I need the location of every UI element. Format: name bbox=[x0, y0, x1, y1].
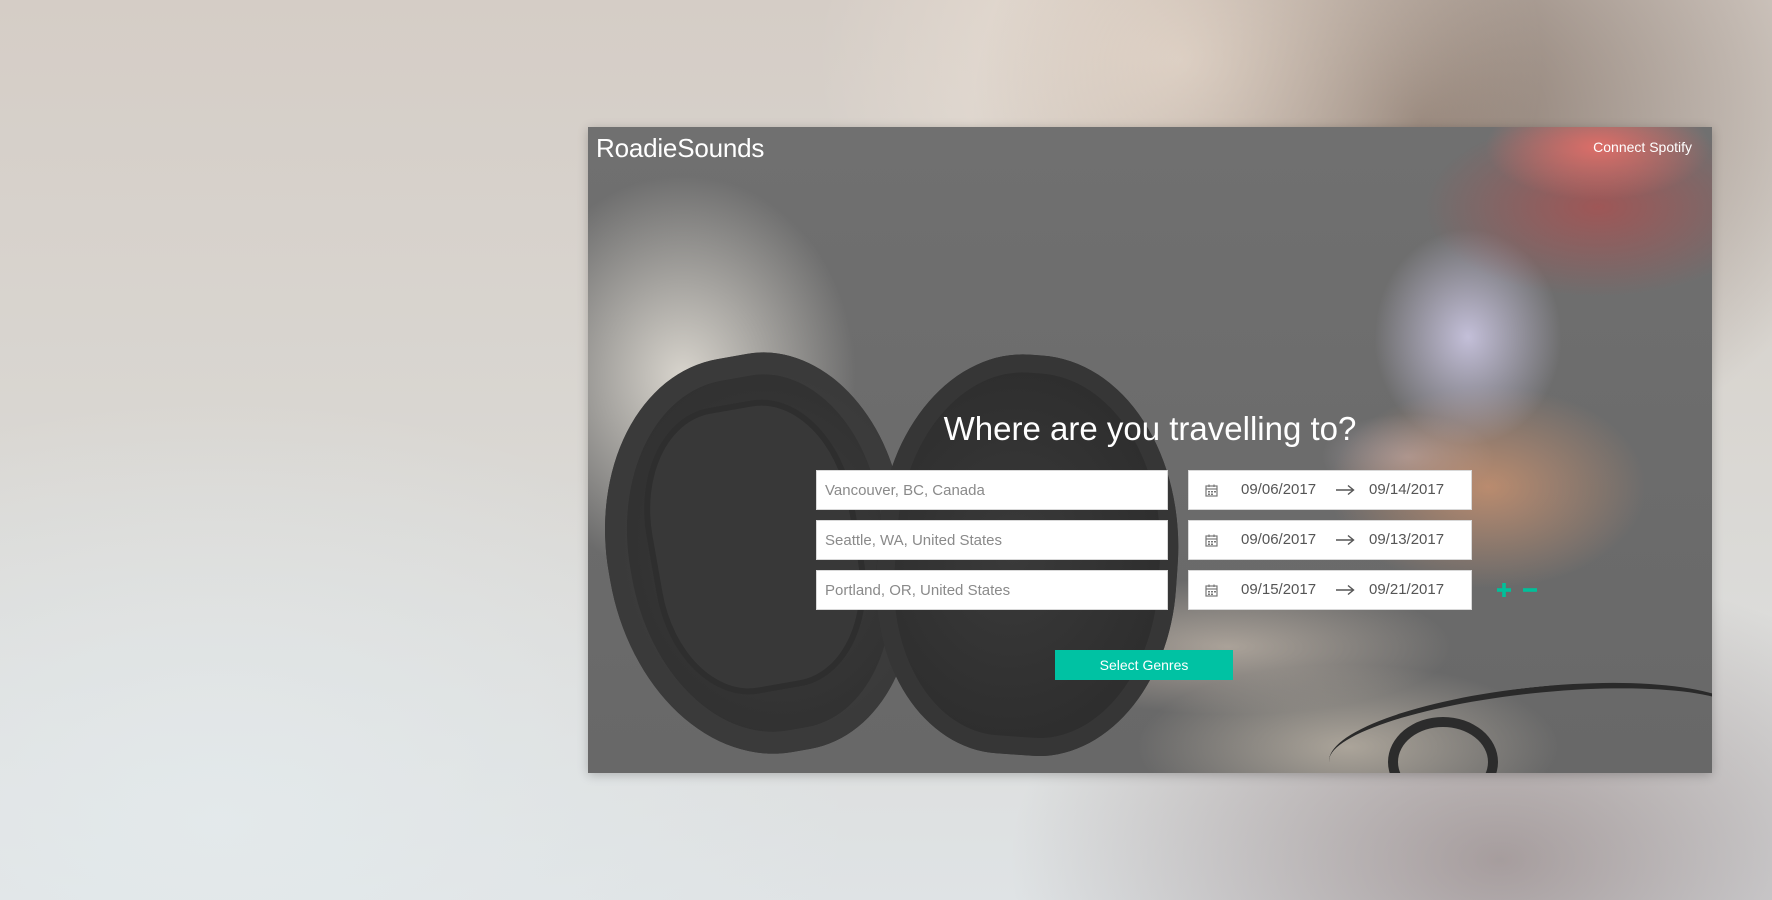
add-trip-button[interactable] bbox=[1496, 580, 1512, 600]
start-date[interactable]: 09/06/2017 bbox=[1241, 521, 1316, 559]
app-header: RoadieSounds Connect Spotify bbox=[588, 127, 1712, 171]
trip-row: 09/06/2017 09/14/2017 bbox=[816, 470, 1576, 510]
date-range-picker[interactable]: 09/06/2017 09/14/2017 bbox=[1188, 470, 1472, 510]
end-date[interactable]: 09/21/2017 bbox=[1369, 571, 1444, 609]
end-date[interactable]: 09/13/2017 bbox=[1369, 521, 1444, 559]
date-range-picker[interactable]: 09/15/2017 09/21/2017 bbox=[1188, 570, 1472, 610]
trip-row: 09/06/2017 09/13/2017 bbox=[816, 520, 1576, 560]
location-input[interactable] bbox=[816, 470, 1168, 510]
plus-icon bbox=[1497, 583, 1511, 597]
headphone-cable-coil-image bbox=[1388, 717, 1498, 773]
page-title: Where are you travelling to? bbox=[943, 410, 1357, 447]
headphone-cable-image bbox=[1323, 665, 1712, 773]
location-input[interactable] bbox=[816, 520, 1168, 560]
connect-spotify-link[interactable]: Connect Spotify bbox=[1593, 139, 1692, 155]
start-date[interactable]: 09/15/2017 bbox=[1241, 571, 1316, 609]
app-window: RoadieSounds Connect Spotify Where are y… bbox=[588, 127, 1712, 773]
arrow-right-icon bbox=[1336, 484, 1355, 496]
select-genres-button[interactable]: Select Genres bbox=[1055, 650, 1233, 680]
remove-trip-button[interactable] bbox=[1522, 580, 1538, 600]
date-range-picker[interactable]: 09/06/2017 09/13/2017 bbox=[1188, 520, 1472, 560]
app-logo[interactable]: RoadieSounds bbox=[596, 133, 764, 164]
calendar-icon bbox=[1205, 584, 1218, 597]
calendar-icon bbox=[1205, 484, 1218, 497]
calendar-icon bbox=[1205, 534, 1218, 547]
arrow-right-icon bbox=[1336, 584, 1355, 596]
location-input[interactable] bbox=[816, 570, 1168, 610]
start-date[interactable]: 09/06/2017 bbox=[1241, 471, 1316, 509]
trip-row: 09/15/2017 09/21/2017 bbox=[816, 570, 1576, 610]
end-date[interactable]: 09/14/2017 bbox=[1369, 471, 1444, 509]
arrow-right-icon bbox=[1336, 534, 1355, 546]
minus-icon bbox=[1523, 588, 1537, 592]
